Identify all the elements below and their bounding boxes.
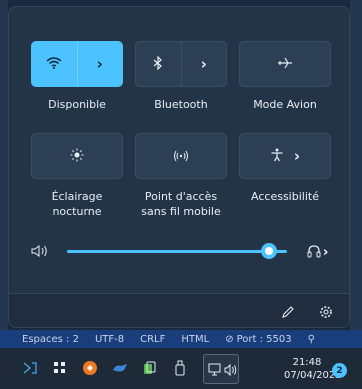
encoding-status[interactable]: UTF-8 [95, 334, 124, 345]
volume-slider-thumb[interactable] [261, 243, 278, 259]
bluetooth-icon [152, 55, 164, 74]
bluetooth-label: Bluetooth [154, 98, 208, 111]
port-label: Port : 5503 [236, 333, 292, 345]
mobile-hotspot-label: Point d'accès sans fil mobile [131, 189, 231, 219]
orange-app-icon[interactable] [80, 358, 100, 378]
mobile-hotspot-label-line2: sans fil mobile [141, 205, 221, 218]
network-icon [208, 362, 222, 381]
live-server-port[interactable]: ⊘ Port : 5503 [225, 334, 291, 345]
chevron-right-icon: › [323, 245, 329, 260]
volume-slider-track[interactable] [67, 250, 287, 253]
hotspot-icon [173, 147, 189, 166]
speaker-icon[interactable] [31, 243, 49, 262]
mobile-hotspot-label-line1: Point d'accès [144, 190, 218, 203]
blue-app-icon[interactable] [110, 358, 130, 378]
quick-settings-tray-button[interactable] [203, 354, 239, 384]
broadcast-icon: ⊘ [225, 333, 234, 345]
clock-time: 21:48 [292, 357, 322, 368]
chevron-right-icon: › [293, 147, 301, 165]
accessibility-label: Accessibilité [251, 190, 319, 203]
usb-drive-icon[interactable] [170, 358, 190, 378]
indent-status[interactable]: Espaces : 2 [22, 334, 79, 345]
mobile-hotspot-tile[interactable] [135, 133, 227, 179]
chevron-right-icon: › [96, 55, 103, 73]
bluetooth-tile[interactable]: › [135, 41, 227, 87]
quick-settings-footer [9, 293, 349, 327]
quick-settings-panel: › › Disponible Bluetooth Mode Avion › Éc… [8, 6, 350, 328]
audio-output-button[interactable]: › [307, 243, 328, 262]
editor-status-bar: Espaces : 2 UTF-8 CRLF HTML ⊘ Port : 550… [0, 330, 362, 348]
accessibility-tile[interactable]: › [239, 133, 331, 179]
wifi-expand-button[interactable]: › [78, 42, 123, 86]
clock-date: 07/04/2023 [284, 370, 342, 381]
bluetooth-expand-button[interactable]: › [182, 42, 227, 86]
bluetooth-toggle[interactable] [136, 42, 181, 86]
night-light-label: Éclairage nocturne [27, 189, 127, 219]
airplane-mode-tile[interactable] [239, 41, 331, 87]
copy-app-icon[interactable] [140, 358, 160, 378]
night-light-icon [70, 147, 84, 166]
airplane-mode-label: Mode Avion [253, 98, 317, 111]
vscode-tray-icon[interactable] [20, 358, 40, 378]
wifi-icon [46, 55, 62, 74]
headphones-icon [307, 243, 321, 262]
background-right [350, 0, 362, 330]
volume-tray-icon [224, 362, 238, 381]
notification-badge[interactable]: 2 [332, 363, 347, 378]
chevron-right-icon: › [200, 55, 207, 73]
wifi-toggle[interactable] [32, 42, 77, 86]
wifi-tile[interactable]: › [31, 41, 123, 87]
night-light-label-line2: nocturne [52, 205, 102, 218]
grid-app-icon[interactable] [50, 358, 70, 378]
clock[interactable]: 21:48 07/04/2023 [284, 356, 342, 382]
pencil-icon[interactable] [281, 304, 295, 323]
taskbar: 21:48 07/04/2023 2 [0, 348, 362, 389]
night-light-tile[interactable] [31, 133, 123, 179]
wifi-label: Disponible [48, 98, 106, 111]
night-light-label-line1: Éclairage [51, 190, 103, 203]
background-left [0, 0, 8, 330]
language-status[interactable]: HTML [181, 334, 209, 345]
airplane-icon [277, 55, 293, 74]
eol-status[interactable]: CRLF [140, 334, 165, 345]
feedback-icon[interactable]: ⚲ [308, 334, 315, 345]
volume-row: › [31, 239, 341, 263]
gear-icon[interactable] [319, 304, 333, 323]
accessibility-icon [270, 147, 284, 166]
